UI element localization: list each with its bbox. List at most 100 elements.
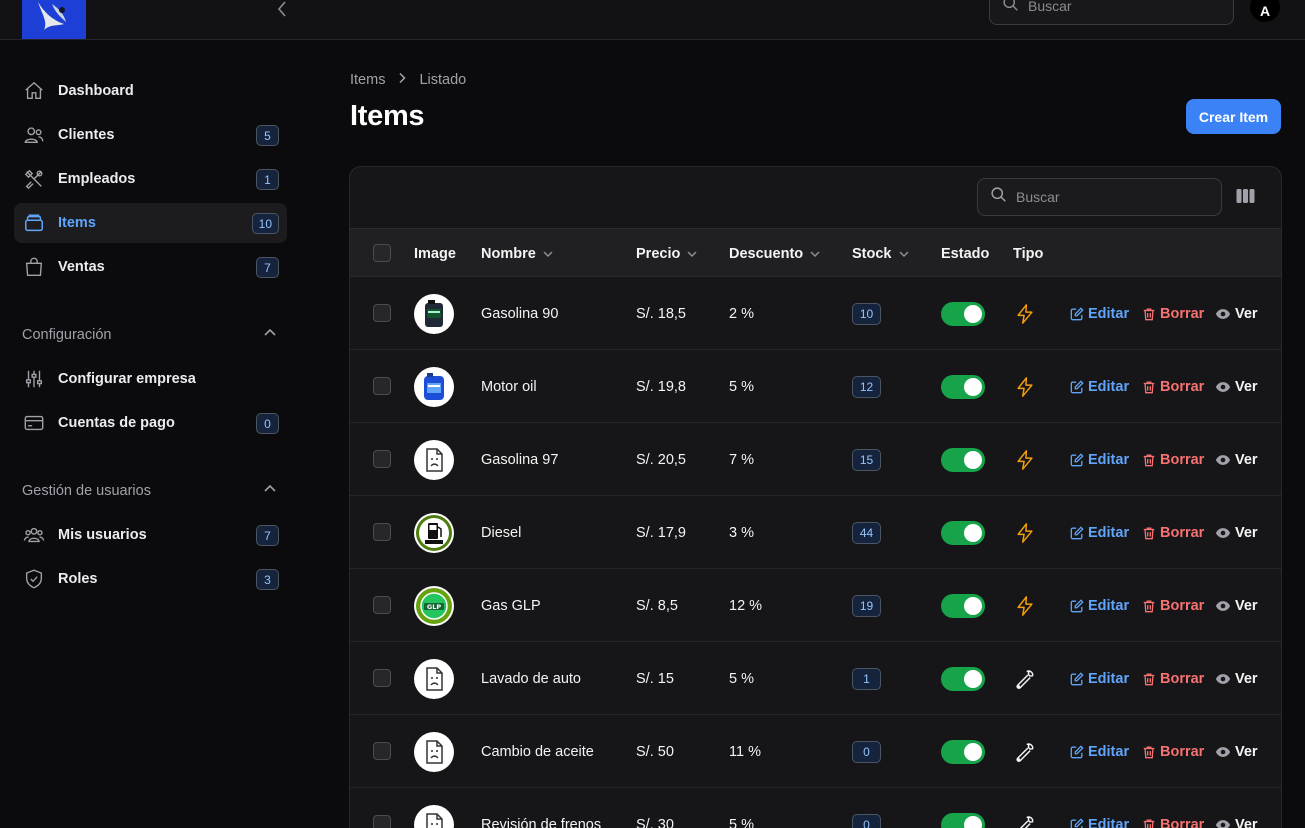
column-header-nombre[interactable]: Nombre bbox=[481, 229, 554, 278]
tipo-cell bbox=[1014, 569, 1036, 642]
sidebar-item-empleados[interactable]: Empleados 1 bbox=[14, 159, 287, 199]
table-row: Gasolina 97 S/. 20,5 7 % 15 Editar Borrar Ver bbox=[350, 423, 1281, 496]
count-badge: 1 bbox=[256, 169, 279, 190]
breadcrumb-link[interactable]: Items bbox=[350, 72, 385, 88]
tipo-cell bbox=[1014, 350, 1036, 423]
collapse-sidebar-button[interactable] bbox=[272, 0, 292, 18]
edit-action[interactable]: Editar bbox=[1070, 642, 1129, 715]
delete-action[interactable]: Borrar bbox=[1142, 423, 1204, 496]
row-checkbox[interactable] bbox=[373, 450, 391, 468]
user-avatar[interactable]: A bbox=[1250, 0, 1280, 22]
tipo-cell bbox=[1014, 715, 1036, 788]
edit-action[interactable]: Editar bbox=[1070, 496, 1129, 569]
view-action[interactable]: Ver bbox=[1215, 642, 1258, 715]
sidebar-item-label: Dashboard bbox=[58, 83, 134, 99]
brand-logo[interactable] bbox=[22, 0, 86, 39]
create-item-button[interactable]: Crear Item bbox=[1186, 99, 1281, 134]
descuento-cell: 2 % bbox=[729, 305, 754, 322]
delete-action[interactable]: Borrar bbox=[1142, 350, 1204, 423]
row-checkbox[interactable] bbox=[373, 596, 391, 614]
eye-icon bbox=[1215, 672, 1231, 686]
estado-toggle[interactable] bbox=[941, 739, 985, 764]
estado-toggle[interactable] bbox=[941, 447, 985, 472]
sidebar-item-configurar-empresa[interactable]: Configurar empresa bbox=[14, 359, 287, 399]
view-label: Ver bbox=[1235, 451, 1258, 468]
select-all-checkbox[interactable] bbox=[373, 244, 391, 262]
column-header-stock[interactable]: Stock bbox=[852, 229, 910, 278]
sidebar-item-mis-usuarios[interactable]: Mis usuarios 7 bbox=[14, 515, 287, 555]
row-checkbox[interactable] bbox=[373, 742, 391, 760]
sidebar-item-clientes[interactable]: Clientes 5 bbox=[14, 115, 287, 155]
estado-toggle[interactable] bbox=[941, 812, 985, 828]
estado-toggle[interactable] bbox=[941, 666, 985, 691]
row-checkbox[interactable] bbox=[373, 523, 391, 541]
eye-icon bbox=[1215, 526, 1231, 540]
table-search-input[interactable] bbox=[1016, 189, 1196, 205]
delete-action[interactable]: Borrar bbox=[1142, 715, 1204, 788]
delete-label: Borrar bbox=[1160, 378, 1205, 395]
sidebar-item-ventas[interactable]: Ventas 7 bbox=[14, 247, 287, 287]
nav-group-configuracion[interactable]: Configuración bbox=[22, 325, 277, 345]
product-thumbnail[interactable] bbox=[414, 366, 454, 407]
estado-toggle[interactable] bbox=[941, 520, 985, 545]
edit-action[interactable]: Editar bbox=[1070, 715, 1129, 788]
product-thumbnail[interactable]: GLP bbox=[414, 585, 454, 626]
view-action[interactable]: Ver bbox=[1215, 277, 1258, 350]
chevron-down-icon bbox=[898, 248, 910, 260]
edit-action[interactable]: Editar bbox=[1070, 277, 1129, 350]
row-checkbox[interactable] bbox=[373, 815, 391, 828]
column-header-descuento[interactable]: Descuento bbox=[729, 229, 821, 278]
count-badge: 10 bbox=[251, 213, 279, 234]
descuento-cell: 5 % bbox=[729, 378, 754, 395]
breadcrumb: Items Listado bbox=[350, 72, 466, 88]
estado-toggle[interactable] bbox=[941, 593, 985, 618]
bolt-icon bbox=[1014, 595, 1036, 617]
estado-toggle[interactable] bbox=[941, 301, 985, 326]
delete-action[interactable]: Borrar bbox=[1142, 788, 1204, 828]
view-action[interactable]: Ver bbox=[1215, 788, 1258, 828]
sidebar-item-items[interactable]: Items 10 bbox=[14, 203, 287, 243]
nav-group-gestion-usuarios[interactable]: Gestión de usuarios bbox=[22, 481, 277, 501]
tipo-cell bbox=[1014, 642, 1036, 715]
delete-action[interactable]: Borrar bbox=[1142, 642, 1204, 715]
product-thumbnail[interactable] bbox=[414, 658, 454, 699]
edit-action[interactable]: Editar bbox=[1070, 569, 1129, 642]
global-search[interactable] bbox=[989, 0, 1234, 25]
view-action[interactable]: Ver bbox=[1215, 423, 1258, 496]
row-checkbox[interactable] bbox=[373, 669, 391, 687]
product-thumbnail[interactable] bbox=[414, 293, 454, 334]
product-thumbnail[interactable] bbox=[414, 439, 454, 480]
delete-action[interactable]: Borrar bbox=[1142, 496, 1204, 569]
image-cell bbox=[414, 423, 454, 496]
table-search[interactable] bbox=[977, 178, 1222, 216]
column-header-precio[interactable]: Precio bbox=[636, 229, 698, 278]
chevron-up-icon bbox=[263, 482, 277, 500]
delete-action[interactable]: Borrar bbox=[1142, 277, 1204, 350]
columns-toggle-icon[interactable] bbox=[1236, 188, 1255, 210]
sidebar-item-dashboard[interactable]: Dashboard bbox=[14, 71, 287, 111]
shopping-bag-icon bbox=[22, 255, 46, 279]
view-action[interactable]: Ver bbox=[1215, 496, 1258, 569]
view-action[interactable]: Ver bbox=[1215, 350, 1258, 423]
view-action[interactable]: Ver bbox=[1215, 715, 1258, 788]
product-thumbnail[interactable] bbox=[414, 512, 454, 553]
product-thumbnail[interactable] bbox=[414, 804, 454, 828]
row-checkbox[interactable] bbox=[373, 377, 391, 395]
global-search-input[interactable] bbox=[1028, 0, 1208, 14]
estado-cell bbox=[941, 569, 985, 642]
sidebar-item-roles[interactable]: Roles 3 bbox=[14, 559, 287, 599]
product-thumbnail[interactable] bbox=[414, 731, 454, 772]
edit-action[interactable]: Editar bbox=[1070, 788, 1129, 828]
edit-action[interactable]: Editar bbox=[1070, 423, 1129, 496]
stock-cell: 12 bbox=[852, 350, 881, 423]
stock-cell: 44 bbox=[852, 496, 881, 569]
column-label: Descuento bbox=[729, 245, 804, 262]
row-checkbox[interactable] bbox=[373, 304, 391, 322]
user-group-icon bbox=[22, 523, 46, 547]
edit-action[interactable]: Editar bbox=[1070, 350, 1129, 423]
estado-toggle[interactable] bbox=[941, 374, 985, 399]
delete-action[interactable]: Borrar bbox=[1142, 569, 1204, 642]
sidebar-item-cuentas-de-pago[interactable]: Cuentas de pago 0 bbox=[14, 403, 287, 443]
view-action[interactable]: Ver bbox=[1215, 569, 1258, 642]
table-row: Lavado de auto S/. 15 5 % 1 Editar Borrar Ver bbox=[350, 642, 1281, 715]
